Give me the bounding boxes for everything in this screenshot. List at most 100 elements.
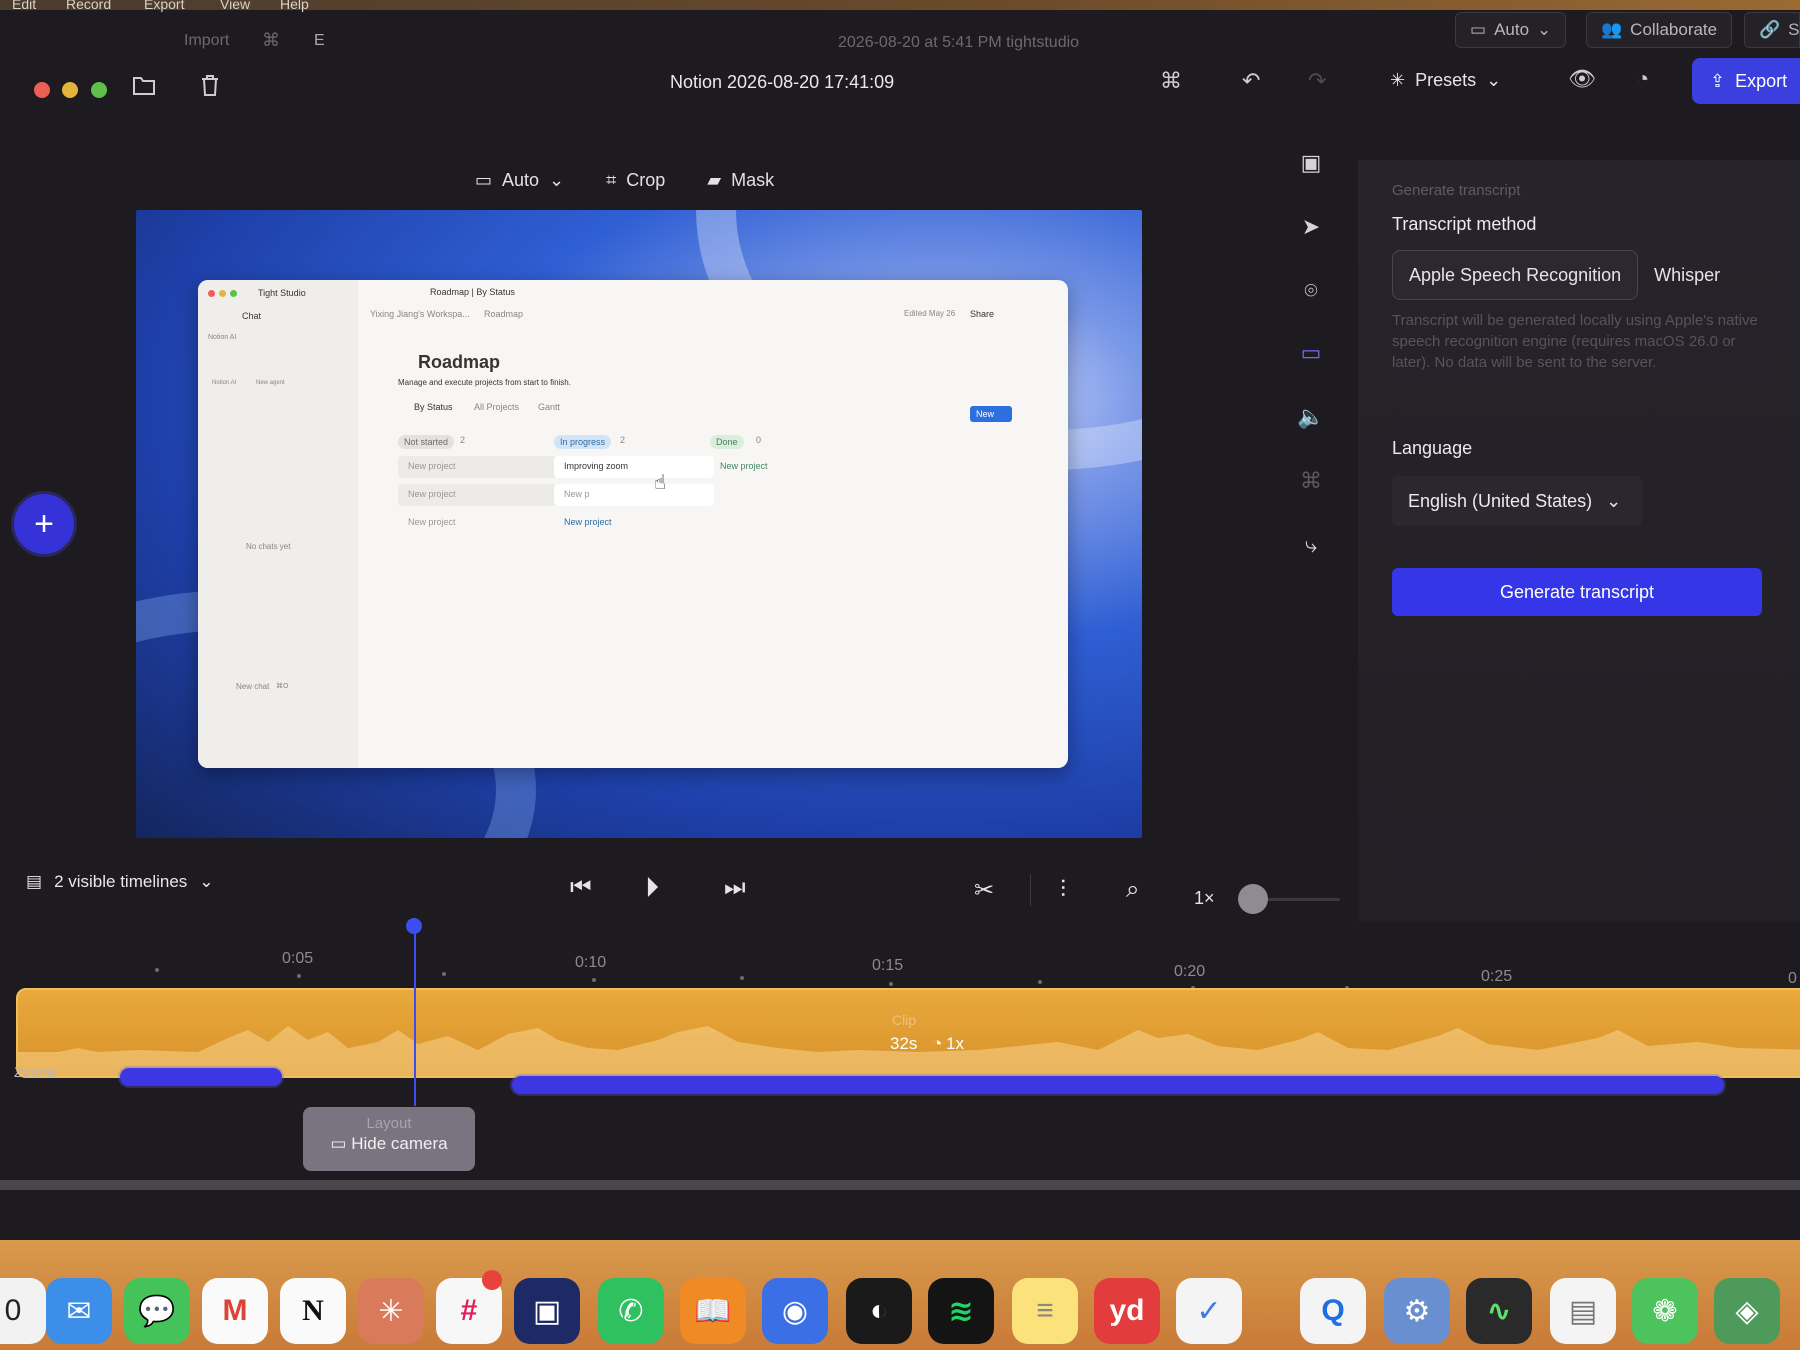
add-button[interactable]: + (14, 494, 74, 554)
dock-automator[interactable]: ⚙ (1384, 1278, 1450, 1344)
undo-icon[interactable]: ↶ (1242, 68, 1260, 94)
preview-canvas[interactable]: Tight Studio Roadmap | By Status Chat Yi… (136, 210, 1142, 838)
dock-books[interactable]: 📖 (680, 1278, 746, 1344)
export-icon: ⇪ (1710, 70, 1726, 91)
time-tick: 0:20 (1174, 963, 1206, 980)
notification-badge (482, 1270, 502, 1290)
dock-linear[interactable]: ◐ (846, 1278, 912, 1344)
crop-icon: ⌗ (606, 170, 617, 190)
speaker-icon[interactable]: 🔈 (1296, 404, 1326, 434)
export-button[interactable]: ⇪ Export (1692, 58, 1800, 104)
section-heading: Generate transcript (1392, 182, 1521, 199)
cursor-icon[interactable]: ➤ (1296, 214, 1326, 244)
generate-transcript-button[interactable]: Generate transcript (1392, 568, 1762, 616)
zoom-segment[interactable] (512, 1076, 1724, 1094)
menu-record[interactable]: Record (66, 0, 111, 12)
visible-timelines-select[interactable]: ▤ 2 visible timelines ⌄ (26, 872, 214, 892)
dock-whatsapp[interactable]: ✆ (598, 1278, 664, 1344)
dock-wechat[interactable]: ❁ (1632, 1278, 1698, 1344)
waveform-search-icon[interactable]: ⫶ (1060, 876, 1066, 904)
collaborate-button[interactable]: 👥 Collaborate (1586, 12, 1733, 48)
share-link-button[interactable]: 🔗 S (1744, 12, 1800, 48)
menu-help[interactable]: Help (280, 0, 309, 12)
dock-maps[interactable]: ◈ (1714, 1278, 1780, 1344)
dock-gmail[interactable]: M (202, 1278, 268, 1344)
zoom-window-button[interactable] (91, 82, 107, 98)
dock-activity-monitor[interactable]: ∿ (1466, 1278, 1532, 1344)
frame-select-icon[interactable]: ▣ (1296, 150, 1326, 180)
menu-export[interactable]: Export (144, 0, 184, 12)
menu-edit[interactable]: Edit (12, 0, 36, 12)
dock-tasks[interactable]: ✓ (1176, 1278, 1242, 1344)
playhead-line[interactable] (414, 918, 416, 1106)
method-apple-speech[interactable]: Apple Speech Recognition (1392, 250, 1639, 300)
export-label: Export (1735, 70, 1788, 91)
skip-forward-icon[interactable]: ⏭ (724, 874, 746, 902)
play-button[interactable]: ⏵ (645, 872, 659, 905)
playhead-handle[interactable] (406, 918, 422, 934)
presets-button[interactable]: ✳ Presets ⌄ (1390, 70, 1501, 91)
tick-dot (297, 974, 301, 978)
language-select[interactable]: English (United States) ⌄ (1392, 476, 1642, 526)
dock-mail[interactable]: ✉ (46, 1278, 112, 1344)
dock-claude[interactable]: ✳ (358, 1278, 424, 1344)
mask-button[interactable]: ▰ Mask (707, 170, 774, 191)
close-window-button[interactable] (34, 82, 50, 98)
transcript-method-segmented: Apple Speech Recognition Whisper (1392, 250, 1736, 300)
clip-track[interactable]: Clip 32s ◔ 1x (16, 988, 1800, 1078)
menu-view[interactable]: View (220, 0, 250, 12)
import-menu[interactable]: Import (184, 32, 229, 50)
youdao-icon: yd (1109, 1294, 1145, 1327)
mail-icon: ✉ (66, 1294, 92, 1328)
layout-segment[interactable]: Layout ▭ Hide camera (303, 1107, 475, 1171)
redo-icon[interactable]: ↷ (1308, 68, 1326, 94)
gauge-icon[interactable]: ◔ (1636, 66, 1649, 92)
add-project-link: New project (720, 461, 768, 471)
skip-back-icon[interactable]: ⏮ (570, 874, 592, 902)
dock-youdao[interactable]: yd (1094, 1278, 1160, 1344)
window-toolbar: Notion 2026-08-20 17:41:09 ⌘ ↶ ↷ ✳ Prese… (0, 58, 1800, 122)
command-key-icon[interactable]: ⌘ (1296, 468, 1326, 498)
chevron-down-icon: ⌄ (199, 872, 214, 891)
dock-messages[interactable]: 💬 (124, 1278, 190, 1344)
dock-textedit[interactable]: ▤ (1550, 1278, 1616, 1344)
app-window-title: Tight Studio (258, 288, 306, 298)
dock-quicktime[interactable]: Q (1300, 1278, 1366, 1344)
eye-icon[interactable]: 👁 (1568, 66, 1596, 92)
dock-notion[interactable]: N (280, 1278, 346, 1344)
notes-icon: ≡ (1036, 1294, 1054, 1327)
captions-icon[interactable]: ▭ (1296, 340, 1326, 370)
app-new-button: New (970, 406, 1012, 422)
zoom-slider-handle[interactable] (1238, 884, 1268, 914)
clip-speed: 1x (946, 1034, 964, 1053)
minimize-window-button[interactable] (62, 82, 78, 98)
folder-icon[interactable] (132, 74, 156, 102)
zoom-segment[interactable] (120, 1068, 282, 1086)
people-icon: 👥 (1601, 20, 1623, 39)
auto-aspect-select[interactable]: ▭ Auto ⌄ (475, 170, 564, 191)
face-focus-icon[interactable]: ⌾ (1296, 278, 1326, 308)
path-icon[interactable]: ⤷ (1296, 532, 1326, 562)
tick-dot (442, 972, 446, 976)
crop-button[interactable]: ⌗ Crop (606, 170, 665, 191)
new-chat-kbd: ⌘O (276, 683, 289, 690)
dock-copilot[interactable]: ◉ (762, 1278, 828, 1344)
dock-spotify[interactable]: ≋ (928, 1278, 994, 1344)
scissors-icon[interactable]: ✂ (974, 876, 994, 905)
method-whisper[interactable]: Whisper (1638, 250, 1736, 300)
auto-layout-select[interactable]: ▭ Auto ⌄ (1455, 12, 1567, 48)
shortcut-badge-icon[interactable]: ⌘ (1160, 68, 1182, 94)
page-title: Roadmap (418, 352, 501, 372)
dock-calendar[interactable]: 0 (0, 1278, 46, 1344)
linear-icon: ◐ (869, 1294, 889, 1327)
playback-speed[interactable]: 1× (1194, 888, 1215, 909)
magnifier-icon[interactable]: ⌕ (1126, 876, 1139, 904)
trash-icon[interactable] (200, 74, 220, 102)
chevron-down-icon: ⌄ (1537, 20, 1552, 39)
no-chats-label: No chats yet (246, 542, 291, 551)
dock-finder[interactable]: ▣ (514, 1278, 580, 1344)
dock-notes[interactable]: ≡ (1012, 1278, 1078, 1344)
app-zoom-dot (230, 290, 237, 297)
time-tick: 0:25 (1481, 968, 1513, 985)
notion-icon: N (302, 1294, 324, 1327)
